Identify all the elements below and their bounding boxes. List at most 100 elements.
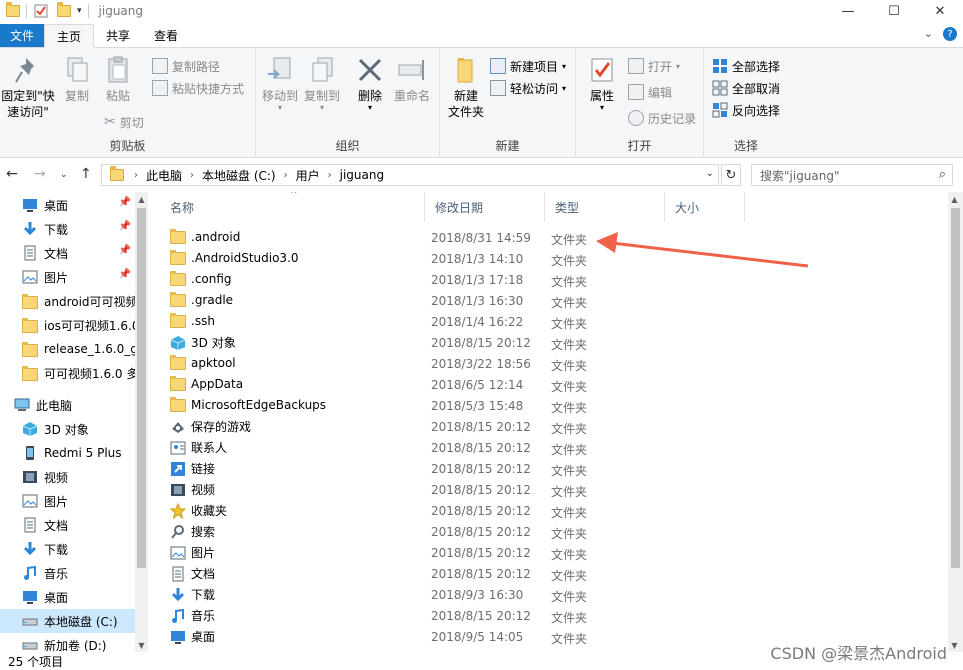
file-row[interactable]: 搜索 2018/8/15 20:12 文件夹 <box>160 521 948 542</box>
file-row[interactable]: 文档 2018/8/15 20:12 文件夹 <box>160 563 948 584</box>
quick-access-dropdown-icon[interactable]: ▾ <box>77 6 82 16</box>
scroll-down-icon[interactable]: ▼ <box>948 638 961 652</box>
chevron-down-icon[interactable]: ⌄ <box>706 168 714 179</box>
paste-button[interactable]: 粘贴 <box>98 54 138 104</box>
scroll-up-icon[interactable]: ▲ <box>948 192 961 206</box>
up-arrow-icon[interactable]: ↑ <box>80 166 92 182</box>
address-bar[interactable]: › 此电脑 › 本地磁盘 (C:) › 用户 › jiguang ⌄ <box>101 164 719 186</box>
nav-item[interactable]: 视频 <box>0 465 135 489</box>
select-none-button[interactable]: 全部取消 <box>712 78 780 98</box>
nav-item[interactable]: ios可可视频1.6.0 <box>0 313 135 337</box>
links-icon <box>171 461 185 476</box>
nav-item[interactable]: 此电脑 <box>0 393 135 417</box>
file-row[interactable]: 3D 对象 2018/8/15 20:12 文件夹 <box>160 332 948 353</box>
properties-button[interactable]: 属性 ▾ <box>584 54 620 112</box>
easy-access-button[interactable]: 轻松访问 ▾ <box>490 78 566 98</box>
copy-to-button[interactable]: 复制到 ▾ <box>300 54 344 112</box>
paste-shortcut-button[interactable]: 粘贴快捷方式 <box>152 78 244 98</box>
tab-file[interactable]: 文件 <box>0 24 45 47</box>
file-row[interactable]: MicrosoftEdgeBackups 2018/5/3 15:48 文件夹 <box>160 395 948 416</box>
new-item-button[interactable]: 新建项目 ▾ <box>490 56 566 76</box>
nav-item-label: 新加卷 (D:) <box>44 638 107 653</box>
select-group: 全部选择 全部取消 反向选择 选择 <box>704 48 788 158</box>
copy-button[interactable]: 复制 <box>58 54 96 104</box>
file-row[interactable]: 收藏夹 2018/8/15 20:12 文件夹 <box>160 500 948 521</box>
tab-share[interactable]: 共享 <box>94 24 142 47</box>
nav-item[interactable]: 图片 📌 <box>0 265 135 289</box>
minimize-button[interactable]: — <box>825 0 871 22</box>
file-row[interactable]: .AndroidStudio3.0 2018/1/3 14:10 文件夹 <box>160 248 948 269</box>
help-icon[interactable]: ? <box>943 27 957 41</box>
scrollbar-thumb[interactable] <box>951 208 960 568</box>
scroll-up-icon[interactable]: ▲ <box>135 192 148 206</box>
3d-objects-icon <box>22 422 38 436</box>
edit-button[interactable]: 编辑 <box>628 82 672 102</box>
file-row[interactable]: .gradle 2018/1/3 16:30 文件夹 <box>160 290 948 311</box>
nav-item[interactable]: android可可视频 <box>0 289 135 313</box>
file-row[interactable]: 图片 2018/8/15 20:12 文件夹 <box>160 542 948 563</box>
open-button[interactable]: 打开 ▾ <box>628 56 680 76</box>
delete-button[interactable]: 删除 ▾ <box>352 54 388 112</box>
nav-item[interactable]: 文档 📌 <box>0 241 135 265</box>
forward-arrow-icon[interactable]: → <box>34 166 46 182</box>
file-row[interactable]: apktool 2018/3/22 18:56 文件夹 <box>160 353 948 374</box>
file-row[interactable]: 视频 2018/8/15 20:12 文件夹 <box>160 479 948 500</box>
select-all-button[interactable]: 全部选择 <box>712 56 780 76</box>
pin-quick-access-button[interactable]: 固定到"快 速访问" <box>0 54 56 120</box>
nav-item[interactable]: 3D 对象 <box>0 417 135 441</box>
back-arrow-icon[interactable]: ← <box>6 166 18 182</box>
nav-item[interactable]: Redmi 5 Plus <box>0 441 135 465</box>
close-button[interactable]: ✕ <box>917 0 963 22</box>
nav-item[interactable]: 可可视频1.6.0 多 <box>0 361 135 385</box>
history-button[interactable]: 历史记录 <box>628 108 696 128</box>
scrollbar-thumb[interactable] <box>137 208 146 568</box>
nav-item[interactable]: 桌面 <box>0 585 135 609</box>
new-folder-button[interactable]: 新建 文件夹 <box>444 54 488 120</box>
breadcrumb-this-pc[interactable]: 此电脑 <box>146 167 182 184</box>
recent-locations-icon[interactable]: ⌄ <box>60 170 68 180</box>
scroll-down-icon[interactable]: ▼ <box>135 638 148 652</box>
move-to-button[interactable]: 移动到 ▾ <box>258 54 302 112</box>
file-row[interactable]: 联系人 2018/8/15 20:12 文件夹 <box>160 437 948 458</box>
column-header-name[interactable]: 名称 ^ <box>160 192 425 222</box>
nav-item[interactable]: 桌面 📌 <box>0 193 135 217</box>
tab-view[interactable]: 查看 <box>142 24 190 47</box>
file-row[interactable]: .ssh 2018/1/4 16:22 文件夹 <box>160 311 948 332</box>
file-row[interactable]: AppData 2018/6/5 12:14 文件夹 <box>160 374 948 395</box>
file-row[interactable]: 下载 2018/9/3 16:30 文件夹 <box>160 584 948 605</box>
new-folder-icon[interactable] <box>57 2 71 17</box>
nav-pane-scrollbar[interactable]: ▲ ▼ <box>135 192 148 652</box>
cut-button[interactable]: ✂ 剪切 <box>104 112 144 132</box>
breadcrumb-users[interactable]: 用户 <box>296 167 320 184</box>
file-name: 文档 <box>191 567 216 581</box>
nav-item[interactable]: 下载 <box>0 537 135 561</box>
rename-button[interactable]: 重命名 <box>390 54 434 104</box>
column-header-size[interactable]: 大小 <box>665 192 745 222</box>
maximize-button[interactable]: ☐ <box>871 0 917 22</box>
file-row[interactable]: 保存的游戏 2018/8/15 20:12 文件夹 <box>160 416 948 437</box>
file-list-scrollbar[interactable]: ▲ ▼ <box>948 192 963 652</box>
nav-item[interactable]: 本地磁盘 (C:) <box>0 609 135 633</box>
file-row[interactable]: .config 2018/1/3 17:18 文件夹 <box>160 269 948 290</box>
nav-item[interactable]: 音乐 <box>0 561 135 585</box>
file-row[interactable]: .android 2018/8/31 14:59 文件夹 <box>160 227 948 248</box>
collapse-ribbon-icon[interactable]: ⌄ <box>924 27 933 41</box>
file-row[interactable]: 音乐 2018/8/15 20:12 文件夹 <box>160 605 948 626</box>
file-name-cell: .android <box>170 229 240 244</box>
nav-item[interactable]: 下载 📌 <box>0 217 135 241</box>
properties-icon[interactable] <box>33 3 49 19</box>
column-header-type[interactable]: 类型 <box>545 192 665 222</box>
tab-home[interactable]: 主页 <box>44 24 95 48</box>
nav-item[interactable]: 文档 <box>0 513 135 537</box>
breadcrumb-local-disk[interactable]: 本地磁盘 (C:) <box>202 167 276 184</box>
file-row[interactable]: 链接 2018/8/15 20:12 文件夹 <box>160 458 948 479</box>
nav-item[interactable]: 图片 <box>0 489 135 513</box>
column-header-date[interactable]: 修改日期 <box>425 192 545 222</box>
copy-path-button[interactable]: 复制路径 <box>152 56 220 76</box>
nav-item[interactable]: 新加卷 (D:) <box>0 633 135 652</box>
nav-item[interactable]: release_1.6.0_g <box>0 337 135 361</box>
search-input[interactable]: 搜索"jiguang" ⌕ <box>751 164 953 186</box>
refresh-button[interactable]: ↻ <box>721 164 741 186</box>
invert-selection-button[interactable]: 反向选择 <box>712 100 780 120</box>
breadcrumb-jiguang[interactable]: jiguang <box>340 168 384 182</box>
